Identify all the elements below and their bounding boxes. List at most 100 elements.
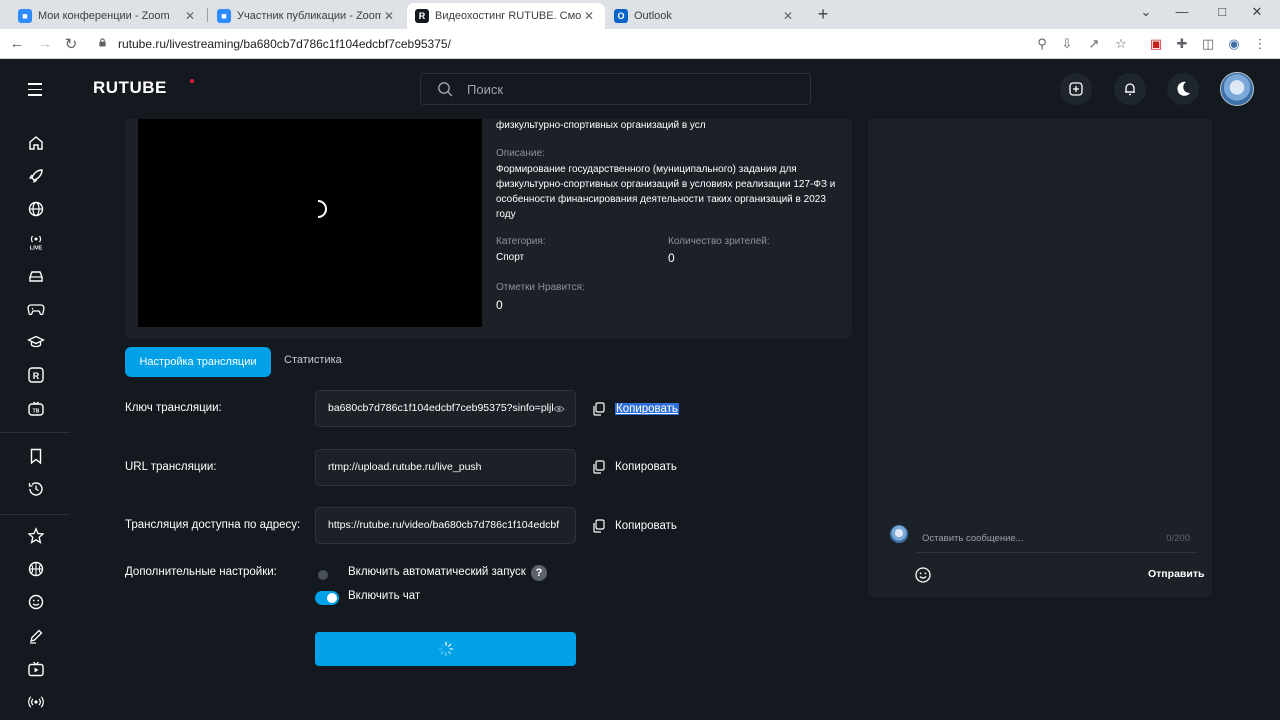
site-header: RUTUBE Поиск (0, 59, 1280, 119)
copy-label: Копировать (615, 461, 677, 473)
category-label: Категория: (496, 236, 546, 247)
stream-address-field[interactable]: https://rutube.ru/video/ba680cb7d786c1f1… (315, 507, 576, 544)
copy-icon (593, 402, 605, 416)
browser-tab-zoom-participant[interactable]: ■ Участник публикации - Zoom ✕ (209, 3, 405, 29)
globe-icon[interactable] (27, 200, 45, 218)
education-icon[interactable] (27, 333, 45, 351)
lock-icon[interactable] (98, 38, 107, 47)
live-icon[interactable]: LIVE (27, 233, 45, 251)
likes-value: 0 (496, 298, 503, 312)
upload-button[interactable] (1060, 73, 1092, 105)
minimize-icon[interactable]: — (1170, 4, 1194, 19)
forward-icon[interactable]: → (36, 35, 54, 52)
home-icon[interactable] (27, 134, 45, 152)
copy-address-button[interactable]: Копировать (592, 517, 692, 535)
address-bar: ← → ↻ rutube.ru/livestreaming/ba680cb7d7… (0, 29, 1280, 59)
tab-search-icon[interactable]: ⌄ (1134, 4, 1158, 20)
start-stream-button[interactable] (315, 632, 576, 666)
copy-key-button[interactable]: Копировать (592, 400, 692, 418)
sidebar-divider (0, 514, 70, 515)
browser-tab-strip: ■ Мои конференции - Zoom ✕ ■ Участник пу… (0, 0, 1280, 29)
star-icon[interactable] (27, 527, 45, 545)
eye-icon[interactable] (553, 404, 565, 414)
extension-badge-icon[interactable]: ▣ (1148, 36, 1164, 52)
browser-tab-rutube[interactable]: R Видеохостинг RUTUBE. Смотри ✕ (407, 3, 605, 29)
rutube-originals-icon[interactable]: R (27, 366, 45, 384)
emoji-icon[interactable] (914, 566, 932, 584)
left-sidebar: LIVE R TB (0, 119, 70, 720)
tv-icon[interactable]: TB (27, 400, 45, 418)
likes-label: Отметки Нравится: (496, 282, 585, 293)
gamepad-icon[interactable] (27, 300, 45, 318)
tab-stream-settings[interactable]: Настройка трансляции (125, 347, 271, 377)
smile-icon[interactable] (27, 593, 45, 611)
menu-icon[interactable]: ⋮ (1252, 36, 1268, 52)
close-icon[interactable]: ✕ (182, 9, 198, 23)
broadcast-icon[interactable] (27, 693, 45, 711)
copy-label: Копировать (615, 520, 677, 532)
stream-url-field[interactable]: rtmp://upload.rutube.ru/live_push (315, 449, 576, 486)
search-icon (438, 82, 453, 97)
bookmark-star-icon[interactable]: ☆ (1113, 36, 1129, 52)
notifications-button[interactable] (1114, 73, 1146, 105)
video-player[interactable] (138, 119, 482, 327)
tab-label: Мои конференции - Zoom (38, 10, 170, 22)
hamburger-menu-icon[interactable] (28, 83, 42, 100)
new-tab-button[interactable]: + (812, 4, 834, 26)
viewers-value: 0 (668, 251, 675, 265)
play-tv-icon[interactable] (27, 660, 45, 678)
zoom-icon: ■ (18, 9, 32, 23)
svg-text:R: R (33, 371, 40, 381)
close-icon[interactable]: ✕ (780, 9, 796, 23)
car-icon[interactable] (27, 267, 45, 285)
autostart-toggle[interactable] (318, 570, 328, 580)
install-icon[interactable]: ⇩ (1059, 36, 1075, 52)
rutube-icon: R (415, 9, 429, 23)
browser-tab-zoom-conferences[interactable]: ■ Мои конференции - Zoom ✕ (10, 3, 206, 29)
chat-toggle[interactable] (315, 591, 339, 605)
rutube-logo[interactable]: RUTUBE (93, 78, 167, 98)
add-video-icon (1069, 82, 1083, 96)
pen-icon[interactable] (27, 627, 45, 645)
search-input[interactable]: Поиск (420, 73, 811, 105)
window-close-icon[interactable]: ✕ (1245, 4, 1269, 20)
chat-user-avatar (890, 525, 908, 543)
autostart-label: Включить автоматический запуск (348, 566, 526, 578)
svg-text:LIVE: LIVE (30, 246, 43, 252)
loading-spinner-icon (438, 641, 453, 657)
rocket-icon[interactable] (27, 167, 45, 185)
user-avatar[interactable] (1220, 72, 1254, 106)
maximize-icon[interactable]: □ (1210, 4, 1234, 19)
basketball-icon[interactable] (27, 560, 45, 578)
bookmark-icon[interactable] (27, 447, 45, 465)
svg-text:TB: TB (33, 409, 40, 415)
share-icon[interactable]: ↗ (1086, 36, 1102, 52)
help-icon[interactable]: ? (531, 565, 547, 581)
close-icon[interactable]: ✕ (581, 9, 597, 23)
zoom-icon: ■ (217, 9, 231, 23)
side-panel-icon[interactable]: ◫ (1200, 36, 1216, 52)
chat-message-input[interactable]: Оставить сообщение... 0/200 (916, 525, 1198, 553)
back-icon[interactable]: ← (8, 35, 26, 52)
tab-statistics[interactable]: Статистика (284, 354, 342, 366)
tab-divider (207, 8, 208, 22)
key-icon[interactable]: ⚲ (1034, 36, 1050, 52)
history-icon[interactable] (27, 480, 45, 498)
stream-key-field[interactable]: ba680cb7d786c1f104edcbf7ceb95375?sinfo=p… (315, 390, 576, 427)
reload-icon[interactable]: ↻ (62, 35, 80, 53)
tab-label: Outlook (634, 10, 672, 22)
browser-tab-outlook[interactable]: O Outlook ✕ (606, 3, 804, 29)
theme-toggle-button[interactable] (1167, 73, 1199, 105)
outlook-icon: O (614, 9, 628, 23)
tab-label: Участник публикации - Zoom (237, 10, 381, 22)
send-message-button[interactable]: Отправить (1148, 568, 1204, 580)
profile-icon[interactable]: ◉ (1226, 36, 1242, 52)
chat-char-counter: 0/200 (1166, 533, 1190, 544)
close-icon[interactable]: ✕ (381, 9, 397, 23)
chat-toggle-label: Включить чат (348, 590, 421, 602)
stream-key-label: Ключ трансляции: (125, 402, 222, 414)
copy-url-button[interactable]: Копировать (592, 458, 692, 476)
extensions-icon[interactable]: ✚ (1174, 36, 1190, 52)
copy-icon (593, 519, 605, 533)
url-field[interactable]: rutube.ru/livestreaming/ba680cb7d786c1f1… (118, 37, 451, 51)
